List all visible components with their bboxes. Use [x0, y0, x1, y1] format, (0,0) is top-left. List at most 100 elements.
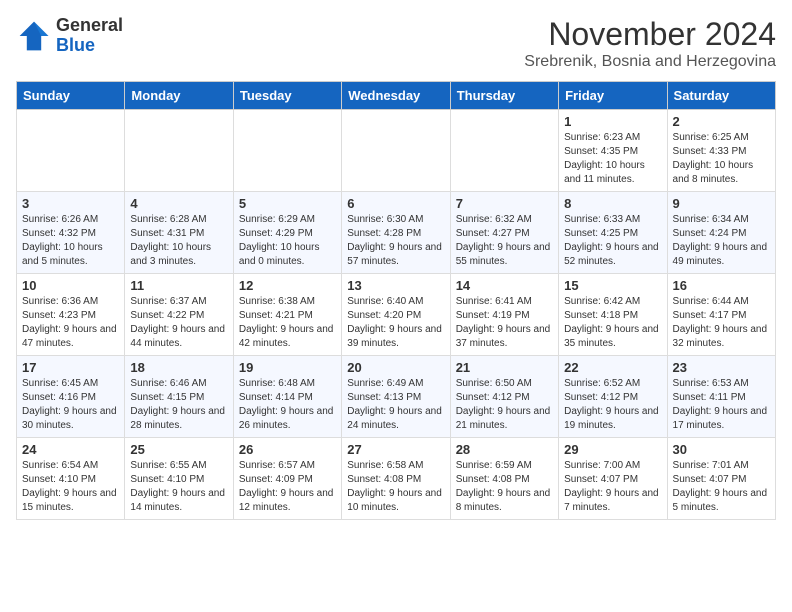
location-subtitle: Srebrenik, Bosnia and Herzegovina: [524, 53, 776, 71]
header: General Blue November 2024 Srebrenik, Bo…: [16, 16, 776, 71]
day-number: 13: [347, 278, 444, 293]
day-number: 18: [130, 360, 227, 375]
month-title: November 2024: [524, 16, 776, 53]
day-number: 14: [456, 278, 553, 293]
day-number: 19: [239, 360, 336, 375]
day-info: Sunrise: 6:36 AM Sunset: 4:23 PM Dayligh…: [22, 295, 119, 351]
table-row: 20Sunrise: 6:49 AM Sunset: 4:13 PM Dayli…: [342, 356, 450, 438]
day-info: Sunrise: 6:23 AM Sunset: 4:35 PM Dayligh…: [564, 131, 661, 187]
table-row: 5 Sunrise: 6:29 AM Sunset: 4:29 PM Daylig…: [233, 192, 341, 274]
day-info: Sunrise: 6:48 AM Sunset: 4:14 PM Dayligh…: [239, 377, 336, 433]
table-row: 17 Sunrise: 6:45 AM Sunset: 4:16 PM Dayli…: [17, 356, 125, 438]
day-number: 15: [564, 278, 661, 293]
table-row: [450, 110, 558, 192]
day-number: 26: [239, 442, 336, 457]
calendar-week-row: 3Sunrise: 6:26 AM Sunset: 4:32 PM Daylig…: [17, 192, 776, 274]
day-info: Sunrise: 6:38 AM Sunset: 4:21 PM Dayligh…: [239, 295, 336, 351]
day-number: 2: [673, 114, 770, 129]
calendar: Sunday Monday Tuesday Wednesday Thursday…: [16, 81, 776, 520]
table-row: 16 Sunrise: 6:44 AM Sunset: 4:17 PM Dayli…: [667, 274, 775, 356]
day-number: 21: [456, 360, 553, 375]
day-info: Sunrise: 6:40 AM Sunset: 4:20 PM Dayligh…: [347, 295, 444, 351]
day-info: Sunrise: 6:54 AM Sunset: 4:10 PM Dayligh…: [22, 459, 119, 515]
col-thursday: Thursday: [450, 82, 558, 110]
day-number: 5: [239, 196, 336, 211]
table-row: 24 Sunrise: 6:54 AM Sunset: 4:10 PM Dayli…: [17, 438, 125, 520]
logo-icon: [16, 18, 52, 54]
day-info: Sunrise: 6:30 AM Sunset: 4:28 PM Dayligh…: [347, 213, 444, 269]
table-row: 26 Sunrise: 6:57 AM Sunset: 4:09 PM Dayli…: [233, 438, 341, 520]
day-info: Sunrise: 7:01 AM Sunset: 4:07 PM Dayligh…: [673, 459, 770, 515]
table-row: 30 Sunrise: 7:01 AM Sunset: 4:07 PM Dayli…: [667, 438, 775, 520]
logo-text: General Blue: [56, 16, 123, 56]
day-info: Sunrise: 6:33 AM Sunset: 4:25 PM Dayligh…: [564, 213, 661, 269]
day-info: Sunrise: 6:45 AM Sunset: 4:16 PM Dayligh…: [22, 377, 119, 433]
day-number: 27: [347, 442, 444, 457]
day-number: 29: [564, 442, 661, 457]
table-row: 28 Sunrise: 6:59 AM Sunset: 4:08 PM Dayli…: [450, 438, 558, 520]
day-number: 24: [22, 442, 119, 457]
logo-blue: Blue: [56, 36, 123, 56]
day-info: Sunrise: 6:42 AM Sunset: 4:18 PM Dayligh…: [564, 295, 661, 351]
table-row: 13 Sunrise: 6:40 AM Sunset: 4:20 PM Dayli…: [342, 274, 450, 356]
calendar-header-row: Sunday Monday Tuesday Wednesday Thursday…: [17, 82, 776, 110]
day-info: Sunrise: 6:44 AM Sunset: 4:17 PM Dayligh…: [673, 295, 770, 351]
day-number: 17: [22, 360, 119, 375]
day-info: Sunrise: 6:37 AM Sunset: 4:22 PM Dayligh…: [130, 295, 227, 351]
day-info: Sunrise: 6:58 AM Sunset: 4:08 PM Dayligh…: [347, 459, 444, 515]
table-row: 6 Sunrise: 6:30 AM Sunset: 4:28 PM Daylig…: [342, 192, 450, 274]
day-info: Sunrise: 6:26 AM Sunset: 4:32 PM Dayligh…: [22, 213, 119, 269]
calendar-week-row: 1 Sunrise: 6:23 AM Sunset: 4:35 PM Daylig…: [17, 110, 776, 192]
day-number: 30: [673, 442, 770, 457]
page: General Blue November 2024 Srebrenik, Bo…: [0, 0, 792, 536]
col-monday: Monday: [125, 82, 233, 110]
table-row: 19 Sunrise: 6:48 AM Sunset: 4:14 PM Dayli…: [233, 356, 341, 438]
calendar-week-row: 10 Sunrise: 6:36 AM Sunset: 4:23 PM Dayli…: [17, 274, 776, 356]
table-row: 1 Sunrise: 6:23 AM Sunset: 4:35 PM Daylig…: [559, 110, 667, 192]
table-row: 11 Sunrise: 6:37 AM Sunset: 4:22 PM Dayli…: [125, 274, 233, 356]
day-info: Sunrise: 6:59 AM Sunset: 4:08 PM Dayligh…: [456, 459, 553, 515]
day-number: 6: [347, 196, 444, 211]
day-info: Sunrise: 6:46 AM Sunset: 4:15 PM Dayligh…: [130, 377, 227, 433]
day-info: Sunrise: 6:29 AM Sunset: 4:29 PM Dayligh…: [239, 213, 336, 269]
day-number: 23: [673, 360, 770, 375]
day-info: Sunrise: 6:25 AM Sunset: 4:33 PM Dayligh…: [673, 131, 770, 187]
table-row: 14 Sunrise: 6:41 AM Sunset: 4:19 PM Dayli…: [450, 274, 558, 356]
day-number: 25: [130, 442, 227, 457]
day-info: Sunrise: 6:55 AM Sunset: 4:10 PM Dayligh…: [130, 459, 227, 515]
day-info: Sunrise: 7:00 AM Sunset: 4:07 PM Dayligh…: [564, 459, 661, 515]
table-row: [342, 110, 450, 192]
day-number: 1: [564, 114, 661, 129]
table-row: 7Sunrise: 6:32 AM Sunset: 4:27 PM Daylig…: [450, 192, 558, 274]
table-row: 10 Sunrise: 6:36 AM Sunset: 4:23 PM Dayli…: [17, 274, 125, 356]
table-row: 15 Sunrise: 6:42 AM Sunset: 4:18 PM Dayli…: [559, 274, 667, 356]
table-row: 22 Sunrise: 6:52 AM Sunset: 4:12 PM Dayli…: [559, 356, 667, 438]
day-number: 7: [456, 196, 553, 211]
day-number: 11: [130, 278, 227, 293]
day-number: 22: [564, 360, 661, 375]
day-number: 10: [22, 278, 119, 293]
day-number: 8: [564, 196, 661, 211]
table-row: 27 Sunrise: 6:58 AM Sunset: 4:08 PM Dayli…: [342, 438, 450, 520]
table-row: [233, 110, 341, 192]
table-row: 2 Sunrise: 6:25 AM Sunset: 4:33 PM Daylig…: [667, 110, 775, 192]
day-number: 16: [673, 278, 770, 293]
day-info: Sunrise: 6:57 AM Sunset: 4:09 PM Dayligh…: [239, 459, 336, 515]
col-sunday: Sunday: [17, 82, 125, 110]
col-saturday: Saturday: [667, 82, 775, 110]
table-row: 25 Sunrise: 6:55 AM Sunset: 4:10 PM Dayli…: [125, 438, 233, 520]
day-info: Sunrise: 6:52 AM Sunset: 4:12 PM Dayligh…: [564, 377, 661, 433]
col-friday: Friday: [559, 82, 667, 110]
table-row: 29 Sunrise: 7:00 AM Sunset: 4:07 PM Dayli…: [559, 438, 667, 520]
day-number: 28: [456, 442, 553, 457]
day-number: 4: [130, 196, 227, 211]
calendar-week-row: 24 Sunrise: 6:54 AM Sunset: 4:10 PM Dayli…: [17, 438, 776, 520]
day-info: Sunrise: 6:41 AM Sunset: 4:19 PM Dayligh…: [456, 295, 553, 351]
day-info: Sunrise: 6:53 AM Sunset: 4:11 PM Dayligh…: [673, 377, 770, 433]
table-row: [125, 110, 233, 192]
logo-general: General: [56, 16, 123, 36]
table-row: 9Sunrise: 6:34 AM Sunset: 4:24 PM Daylig…: [667, 192, 775, 274]
title-block: November 2024 Srebrenik, Bosnia and Herz…: [524, 16, 776, 71]
day-info: Sunrise: 6:49 AM Sunset: 4:13 PM Dayligh…: [347, 377, 444, 433]
calendar-week-row: 17 Sunrise: 6:45 AM Sunset: 4:16 PM Dayli…: [17, 356, 776, 438]
